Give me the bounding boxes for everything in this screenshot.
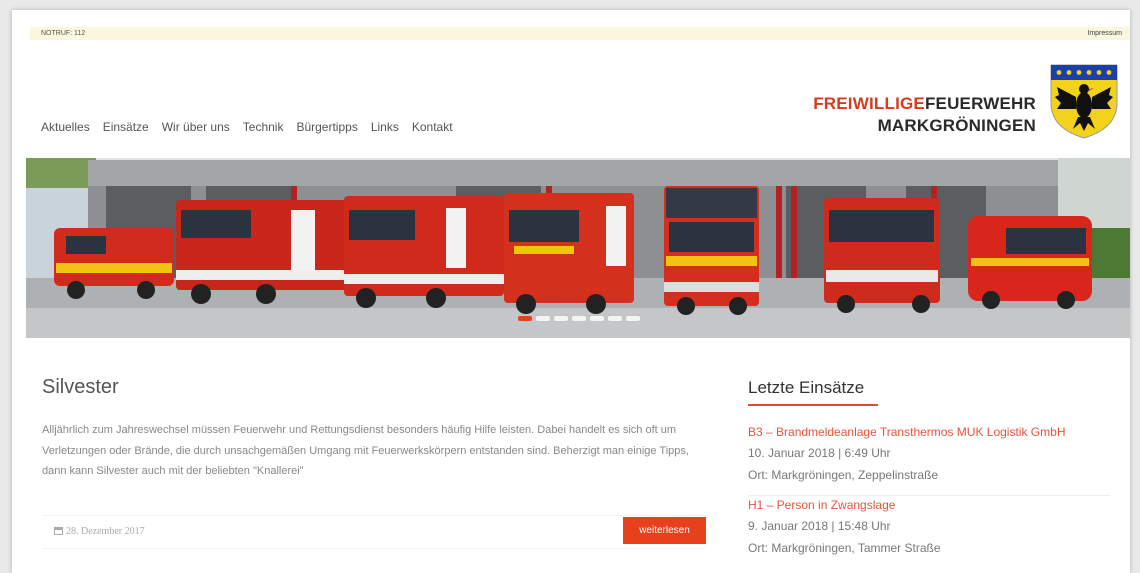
post-excerpt: Alljährlich zum Jahreswechsel müssen Feu… [42,424,689,477]
site-logo-text[interactable]: FREIWILLIGEFEUERWEHR MARKGRÖNINGEN [813,93,1036,137]
impressum-link[interactable]: Impressum [1087,27,1122,40]
post-title[interactable]: Silvester [42,376,119,399]
incident-location: Ort: Markgröningen, Zeppelinstraße [748,468,939,482]
incident-title-link[interactable]: B3 – Brandmeldeanlage Transthermos MUK L… [748,422,1118,442]
incident-datetime: 9. Januar 2018 | 15:48 Uhr [748,519,891,533]
sidebar-heading-underline [748,404,878,406]
nav-item-links[interactable]: Links [371,120,399,134]
incident-title-link[interactable]: H1 – Person in Zwangslage [748,495,1118,515]
logo-word-feuerwehr: FEUERWEHR [924,94,1036,113]
post-meta-bar: 28. Dezember 2017 weiterlesen [42,515,706,549]
nav-item-technik[interactable]: Technik [243,120,284,134]
nav-item-wir-ueber-uns[interactable]: Wir über uns [162,120,230,134]
post-date: 28. Dezember 2017 [54,526,145,537]
read-more-button[interactable]: weiterlesen [623,517,706,544]
sidebar-heading: Letzte Einsätze [748,378,865,397]
emergency-number: NOTRUF: 112 [41,30,86,37]
nav-item-einsaetze[interactable]: Einsätze [103,120,149,134]
main-navigation: Aktuelles Einsätze Wir über uns Technik … [41,120,453,134]
logo-word-markgroeningen: MARKGRÖNINGEN [877,116,1036,135]
city-crest-logo[interactable] [1049,63,1119,139]
incident-item: H1 – Person in Zwangslage 9. Januar 2018… [748,495,1118,559]
nav-item-aktuelles[interactable]: Aktuelles [41,120,90,134]
incident-item: B3 – Brandmeldeanlage Transthermos MUK L… [748,422,1118,486]
hero-image-fire-trucks [26,158,1130,338]
nav-item-buergertipps[interactable]: Bürgertipps [296,120,357,134]
logo-word-freiwillige: FREIWILLIGE [813,94,925,113]
post-date-text: 28. Dezember 2017 [66,526,145,537]
incident-location: Ort: Markgröningen, Tammer Straße [748,541,941,555]
calendar-icon [54,527,63,535]
nav-item-kontakt[interactable]: Kontakt [412,120,453,134]
top-info-bar: NOTRUF: 112 Impressum [30,27,1130,40]
page: NOTRUF: 112 Impressum Aktuelles Einsätze… [12,10,1130,573]
incident-datetime: 10. Januar 2018 | 6:49 Uhr [748,446,891,460]
